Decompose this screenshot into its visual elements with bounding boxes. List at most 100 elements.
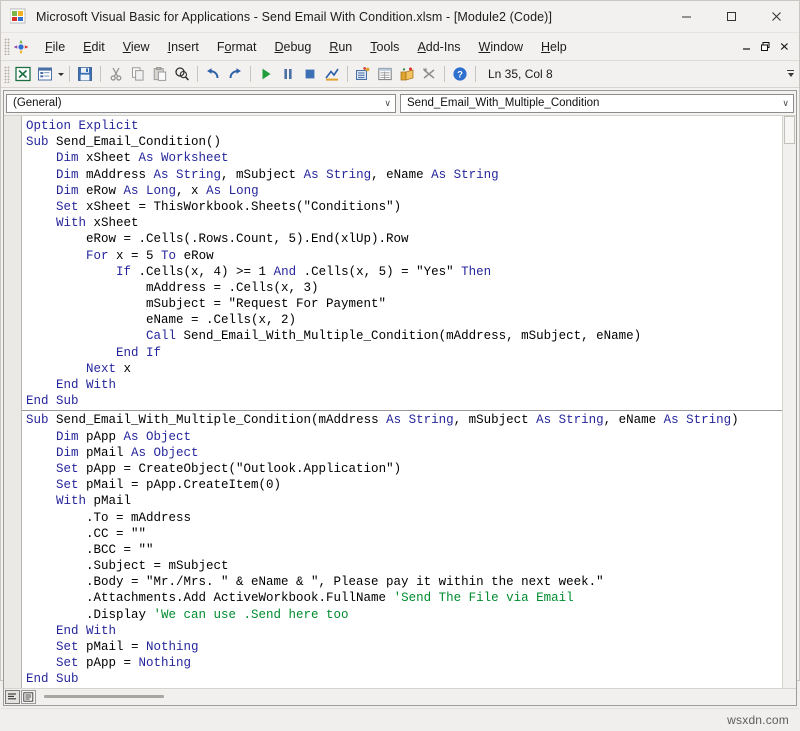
code-line[interactable]: .Body = "Mr./Mrs. " & eName & ", Please … (22, 574, 782, 590)
insert-userform-icon[interactable] (34, 63, 56, 85)
code-line[interactable]: End Sub (22, 393, 782, 409)
code-body: Option ExplicitSub Send_Email_Condition(… (4, 116, 796, 688)
code-line[interactable]: With pMail (22, 493, 782, 509)
code-line[interactable]: If .Cells(x, 4) >= 1 And .Cells(x, 5) = … (22, 264, 782, 280)
undo-icon[interactable] (202, 63, 224, 85)
procedure-dropdown[interactable]: Send_Email_With_Multiple_Condition ∨ (400, 94, 794, 113)
break-icon[interactable] (277, 63, 299, 85)
code-token: Dim (26, 184, 86, 198)
menu-item-window[interactable]: Window (470, 37, 532, 57)
code-line[interactable]: mAddress = .Cells(x, 3) (22, 280, 782, 296)
code-line[interactable]: Set pMail = Nothing (22, 639, 782, 655)
full-module-view-button[interactable] (21, 690, 36, 704)
code-line[interactable]: mSubject = "Request For Payment" (22, 296, 782, 312)
watermark-label: wsxdn.com (727, 713, 789, 727)
mdi-restore-button[interactable] (757, 38, 774, 55)
reset-icon[interactable] (299, 63, 321, 85)
procedure-dropdown-value: Send_Email_With_Multiple_Condition (401, 97, 599, 109)
redo-icon[interactable] (224, 63, 246, 85)
code-editor[interactable]: Option ExplicitSub Send_Email_Condition(… (22, 116, 782, 688)
code-line[interactable]: Dim eRow As Long, x As Long (22, 183, 782, 199)
horizontal-scrollbar-thumb[interactable] (44, 695, 164, 698)
menu-item-view[interactable]: View (114, 37, 159, 57)
design-mode-icon[interactable] (321, 63, 343, 85)
copy-icon[interactable] (127, 63, 149, 85)
minimize-button[interactable] (664, 1, 709, 32)
menu-bar: File Edit View Insert Format Debug Run T… (1, 33, 799, 61)
code-token: xSheet (94, 216, 139, 230)
svg-text:?: ? (457, 70, 463, 81)
menu-item-debug[interactable]: Debug (265, 37, 320, 57)
menu-item-tools[interactable]: Tools (361, 37, 408, 57)
code-line[interactable]: Set xSheet = ThisWorkbook.Sheets("Condit… (22, 199, 782, 215)
code-line[interactable]: Dim pApp As Object (22, 429, 782, 445)
code-token: Send_Email_With_Multiple_Condition(mAddr… (184, 329, 642, 343)
mdi-child-controls (738, 33, 793, 60)
menu-item-insert[interactable]: Insert (159, 37, 208, 57)
code-line[interactable]: Dim pMail As Object (22, 445, 782, 461)
menu-item-file[interactable]: File (36, 37, 74, 57)
code-token: As String (386, 413, 454, 427)
code-line[interactable]: Next x (22, 361, 782, 377)
view-excel-icon[interactable] (12, 63, 34, 85)
code-line[interactable]: Set pApp = CreateObject("Outlook.Applica… (22, 461, 782, 477)
code-token: Dim (26, 430, 86, 444)
code-line[interactable]: .To = mAddress (22, 510, 782, 526)
code-line[interactable]: Sub Send_Email_Condition() (22, 134, 782, 150)
paste-icon[interactable] (149, 63, 171, 85)
menu-item-format[interactable]: Format (208, 37, 266, 57)
code-line[interactable]: eRow = .Cells(.Rows.Count, 5).End(xlUp).… (22, 231, 782, 247)
code-line[interactable]: .Attachments.Add ActiveWorkbook.FullName… (22, 590, 782, 606)
help-icon[interactable]: ? (449, 63, 471, 85)
code-token: As Object (124, 430, 192, 444)
procedure-view-button[interactable] (5, 690, 20, 704)
menu-item-help[interactable]: Help (532, 37, 576, 57)
code-line[interactable]: .CC = "" (22, 526, 782, 542)
code-line[interactable]: .Subject = mSubject (22, 558, 782, 574)
code-line[interactable]: End With (22, 623, 782, 639)
vertical-scrollbar[interactable] (782, 116, 796, 688)
code-line[interactable]: Sub Send_Email_With_Multiple_Condition(m… (22, 412, 782, 428)
code-line[interactable]: Call Send_Email_With_Multiple_Condition(… (22, 328, 782, 344)
horizontal-scrollbar[interactable] (40, 690, 795, 704)
mdi-minimize-button[interactable] (738, 38, 755, 55)
code-line[interactable]: .BCC = "" (22, 542, 782, 558)
toolbox-icon[interactable] (418, 63, 440, 85)
menu-item-addins[interactable]: Add-Ins (408, 37, 469, 57)
code-line[interactable]: Dim xSheet As Worksheet (22, 150, 782, 166)
code-token: To (161, 249, 184, 263)
toolbar-drag-grip[interactable] (4, 66, 10, 83)
mdi-close-button[interactable] (776, 38, 793, 55)
margin-indicator-bar[interactable] (4, 116, 22, 688)
code-token: Set (26, 200, 86, 214)
code-line[interactable]: Option Explicit (22, 118, 782, 134)
code-line[interactable]: Set pMail = pApp.CreateItem(0) (22, 477, 782, 493)
code-line[interactable]: Set pApp = Nothing (22, 655, 782, 671)
find-icon[interactable] (171, 63, 193, 85)
project-explorer-icon[interactable] (352, 63, 374, 85)
cut-icon[interactable] (105, 63, 127, 85)
properties-window-icon[interactable] (374, 63, 396, 85)
menu-drag-grip[interactable] (4, 38, 10, 55)
insert-dropdown-caret-icon[interactable] (56, 63, 65, 85)
close-button[interactable] (754, 1, 799, 32)
object-browser-icon[interactable] (396, 63, 418, 85)
code-line[interactable]: .Display 'We can use .Send here too (22, 607, 782, 623)
save-icon[interactable] (74, 63, 96, 85)
code-token: pMail = (86, 640, 146, 654)
code-line[interactable]: End With (22, 377, 782, 393)
run-icon[interactable] (255, 63, 277, 85)
code-line[interactable]: For x = 5 To eRow (22, 248, 782, 264)
code-line[interactable]: End If (22, 345, 782, 361)
code-line[interactable]: End Sub (22, 671, 782, 687)
maximize-button[interactable] (709, 1, 754, 32)
toolbar-overflow-button[interactable] (785, 63, 796, 84)
vertical-scrollbar-thumb[interactable] (784, 116, 795, 144)
object-dropdown[interactable]: (General) ∨ (6, 94, 396, 113)
code-line[interactable]: Dim mAddress As String, mSubject As Stri… (22, 167, 782, 183)
menu-item-run[interactable]: Run (320, 37, 361, 57)
code-token: As String (664, 413, 732, 427)
menu-item-edit[interactable]: Edit (74, 37, 114, 57)
code-line[interactable]: eName = .Cells(x, 2) (22, 312, 782, 328)
code-line[interactable]: With xSheet (22, 215, 782, 231)
